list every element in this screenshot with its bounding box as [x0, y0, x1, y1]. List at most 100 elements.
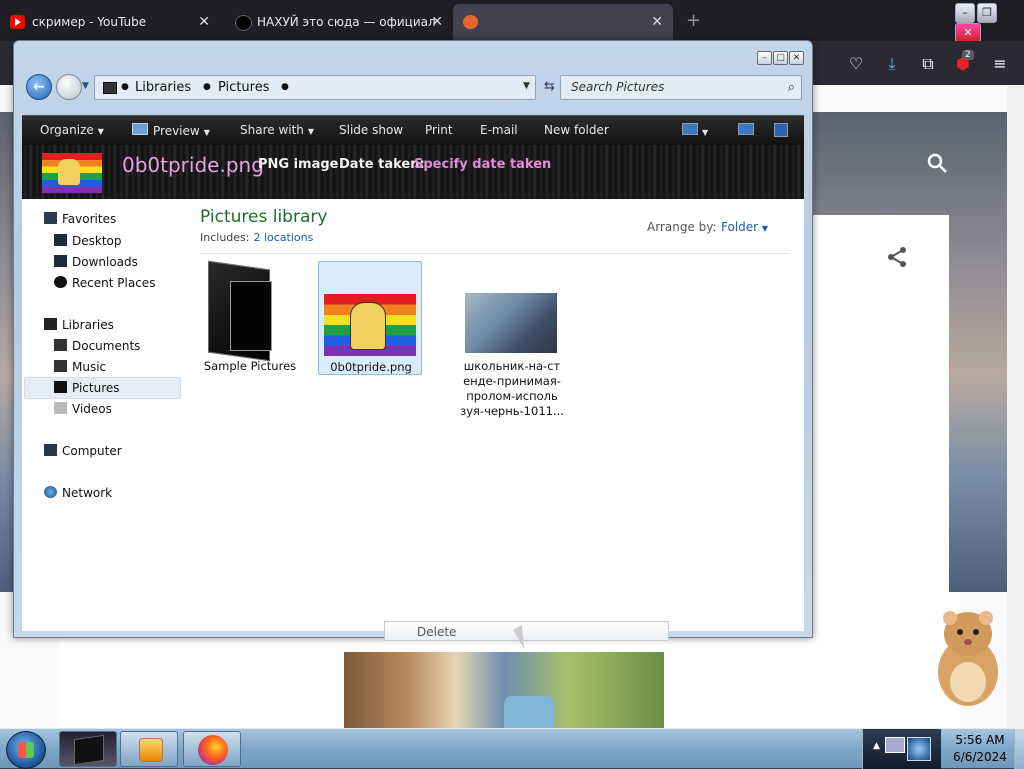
email-button[interactable]: E-mail — [480, 123, 518, 137]
nav-computer[interactable]: Computer — [62, 444, 122, 458]
search-icon[interactable] — [926, 152, 948, 174]
maximize-button[interactable]: □ — [773, 51, 788, 65]
clock-time[interactable]: 5:56 AM — [950, 733, 1010, 747]
pocket-icon[interactable]: ♡ — [846, 54, 866, 74]
crumb-separator[interactable]: ● — [281, 82, 289, 92]
file-item-label: Sample Pictures — [203, 359, 297, 373]
breadcrumb-pictures[interactable]: Pictures — [218, 80, 269, 95]
clock-date[interactable]: 6/6/2024 — [950, 750, 1010, 764]
close-tab-icon[interactable]: ✕ — [198, 4, 210, 40]
preview-pane-icon — [738, 123, 754, 135]
file-item-label: 0b0tpride.png — [330, 360, 412, 374]
nav-network[interactable]: Network — [62, 486, 112, 500]
arrange-by-dropdown[interactable]: Folder ▼ — [721, 220, 768, 234]
page-photo — [344, 652, 664, 728]
nav-music[interactable]: Music — [72, 360, 106, 374]
share-with-button[interactable]: Share with ▼ — [240, 123, 314, 137]
show-desktop-button[interactable] — [1014, 729, 1024, 769]
tray-expand-icon[interactable]: ▲ — [873, 741, 880, 751]
locations-link[interactable]: 2 locations — [253, 231, 313, 244]
firefox-icon — [198, 735, 228, 765]
menu-icon[interactable]: ≡ — [990, 54, 1010, 74]
new-tab-button[interactable]: + — [686, 10, 701, 31]
explorer-content: Favorites Desktop Downloads Recent Place… — [22, 199, 804, 631]
file-item-0b0tpride[interactable]: 0b0tpride.png — [318, 261, 422, 375]
preview-pane-button[interactable] — [738, 123, 754, 138]
favorites-icon — [44, 212, 57, 224]
nav-downloads[interactable]: Downloads — [72, 255, 138, 269]
address-bar[interactable]: ● Libraries ● Pictures ● ▼ — [94, 75, 536, 100]
explorer-window: – □ ✕ ← ▼ ● Libraries ● Pictures ● ▼ ⇆ Sea… — [13, 40, 813, 638]
view-icon — [682, 123, 698, 135]
desktop-icon — [54, 234, 67, 246]
preview-button[interactable]: Preview ▼ — [132, 123, 210, 138]
media-player-icon — [139, 738, 163, 762]
extension-badge: 2 — [962, 50, 974, 60]
tab-label: скример - YouTube — [32, 15, 147, 29]
nav-recent-places[interactable]: Recent Places — [72, 276, 155, 290]
slide-show-button[interactable]: Slide show — [339, 123, 403, 137]
help-button[interactable] — [774, 123, 788, 140]
nav-documents[interactable]: Documents — [72, 339, 140, 353]
music-icon — [54, 360, 67, 372]
preview-icon — [132, 123, 148, 135]
nav-pictures[interactable]: Pictures — [72, 381, 120, 395]
network-icon — [44, 486, 57, 498]
network-tray-icon[interactable] — [885, 737, 905, 753]
maximize-button[interactable]: ❐ — [977, 3, 997, 23]
command-bar: Organize ▼ Preview ▼ Share with ▼ Slide sho… — [22, 115, 804, 146]
nav-libraries[interactable]: Libraries — [62, 318, 114, 332]
close-button[interactable]: ✕ — [789, 51, 804, 65]
minimize-button[interactable]: – — [757, 51, 772, 65]
tab-active[interactable]: ✕ — [453, 4, 673, 40]
nav-favorites[interactable]: Favorites — [62, 212, 116, 226]
search-icon[interactable]: ⌕ — [788, 80, 795, 95]
tab-second[interactable]: НАХУЙ это сюда — официал ✕ — [225, 4, 453, 40]
nav-desktop[interactable]: Desktop — [72, 234, 122, 248]
forward-button[interactable] — [56, 74, 82, 100]
change-view-button[interactable]: ▼ — [682, 123, 708, 138]
crumb-separator[interactable]: ● — [121, 82, 129, 92]
date-taken-value[interactable]: Specify date taken — [414, 157, 551, 172]
hamster-image — [938, 611, 998, 706]
taskbar-firefox-button[interactable] — [183, 731, 241, 767]
pictures-icon — [54, 381, 67, 393]
crumb-separator[interactable]: ● — [203, 82, 211, 92]
close-tab-icon[interactable]: ✕ — [431, 4, 443, 40]
computer-icon — [44, 444, 57, 456]
tab-youtube[interactable]: скример - YouTube ✕ — [0, 4, 220, 40]
videos-icon — [54, 402, 67, 414]
new-folder-button[interactable]: New folder — [544, 123, 609, 137]
file-item-label: енде-принимая- — [463, 374, 561, 388]
back-button[interactable]: ← — [26, 74, 52, 100]
download-icon[interactable]: ⤓ — [882, 54, 902, 74]
organize-button[interactable]: Organize ▼ — [40, 123, 104, 137]
search-input[interactable]: Search Pictures ⌕ — [560, 75, 802, 100]
breadcrumb-libraries[interactable]: Libraries — [135, 80, 191, 95]
close-window-button[interactable]: ✕ — [955, 23, 981, 43]
content-card — [812, 215, 949, 593]
details-pane: 0b0tpride.png PNG image Date taken: Spec… — [22, 145, 804, 199]
close-tab-icon[interactable]: ✕ — [651, 4, 663, 40]
explorer-icon — [74, 734, 104, 766]
system-tray: ▲ — [862, 729, 941, 769]
nav-videos[interactable]: Videos — [72, 402, 112, 416]
app-tray-icon[interactable] — [907, 737, 931, 761]
taskbar-media-player-button[interactable] — [120, 731, 178, 767]
address-dropdown[interactable]: ▼ — [523, 81, 530, 91]
extensions-icon[interactable]: ⧉ — [918, 54, 938, 74]
window-controls: – □ ✕ — [756, 49, 804, 65]
site-favicon-icon — [235, 15, 252, 31]
address-row: ← ▼ ● Libraries ● Pictures ● ▼ ⇆ Search … — [24, 71, 804, 103]
documents-icon — [54, 339, 67, 351]
start-button[interactable] — [6, 731, 46, 769]
recent-pages-dropdown[interactable]: ▼ — [82, 81, 89, 91]
date-taken-label: Date taken: — [339, 157, 425, 172]
taskbar-explorer-button[interactable] — [59, 731, 117, 767]
share-icon[interactable] — [886, 246, 908, 268]
refresh-icon[interactable]: ⇆ — [544, 79, 555, 94]
taskbar: ▲ 5:56 AM 6/6/2024 — [0, 728, 1024, 769]
minimize-button[interactable]: – — [955, 3, 975, 23]
delete-menu-item[interactable]: Delete — [417, 625, 456, 639]
print-button[interactable]: Print — [425, 123, 453, 137]
